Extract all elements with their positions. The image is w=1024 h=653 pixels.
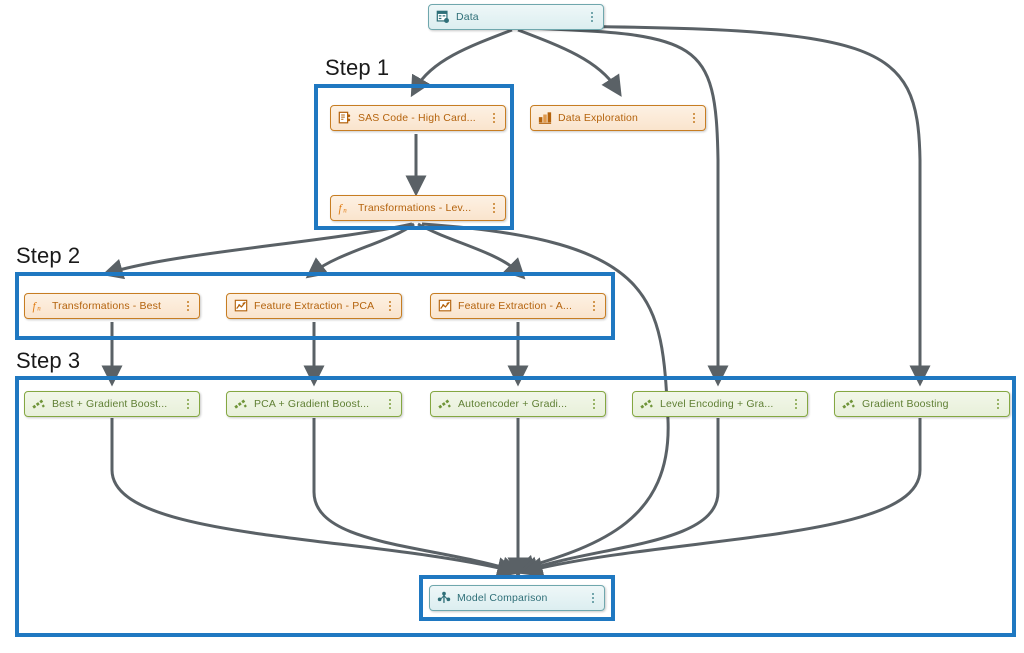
node-gradient-boosting[interactable]: Gradient Boosting xyxy=(834,391,1010,417)
node-autoencoder-gradient-boosting[interactable]: Autoencoder + Gradi... xyxy=(430,391,606,417)
edge-trans-lev-to-fe-auto xyxy=(417,222,526,280)
node-feature-extraction-autoencoder[interactable]: Feature Extraction - A... xyxy=(430,293,606,319)
node-menu-button[interactable] xyxy=(589,397,599,411)
node-menu-button[interactable] xyxy=(791,397,801,411)
node-menu-button[interactable] xyxy=(183,299,193,313)
function-fx-icon: f n xyxy=(32,299,46,313)
node-menu-button[interactable] xyxy=(588,591,598,605)
edge-data-to-data-exploration xyxy=(517,28,622,97)
node-label: Feature Extraction - A... xyxy=(458,300,573,312)
node-menu-button[interactable] xyxy=(489,201,499,215)
svg-text:n: n xyxy=(37,304,41,312)
node-feature-extraction-pca[interactable]: Feature Extraction - PCA xyxy=(226,293,402,319)
node-label: Gradient Boosting xyxy=(862,398,949,410)
node-level-encoding-gradient-boosting[interactable]: Level Encoding + Gra... xyxy=(632,391,808,417)
node-label: Transformations - Best xyxy=(52,300,162,312)
node-menu-button[interactable] xyxy=(589,299,599,313)
node-pca-gradient-boosting[interactable]: PCA + Gradient Boost... xyxy=(226,391,402,417)
node-label: Best + Gradient Boost... xyxy=(52,398,168,410)
step-3-label: Step 3 xyxy=(16,348,81,373)
feature-extraction-icon xyxy=(438,299,452,313)
model-gradient-icon xyxy=(234,397,248,411)
node-menu-button[interactable] xyxy=(183,397,193,411)
node-label: Level Encoding + Gra... xyxy=(660,398,774,410)
model-gradient-icon xyxy=(438,397,452,411)
model-gradient-icon xyxy=(32,397,46,411)
function-fx-icon: f n xyxy=(338,201,352,215)
node-label: Model Comparison xyxy=(457,592,548,604)
node-label: PCA + Gradient Boost... xyxy=(254,398,370,410)
node-best-gradient-boosting[interactable]: Best + Gradient Boost... xyxy=(24,391,200,417)
sas-code-icon xyxy=(338,111,352,125)
step-1-label: Step 1 xyxy=(325,55,390,80)
node-menu-button[interactable] xyxy=(689,111,699,125)
svg-text:n: n xyxy=(343,206,347,214)
node-data[interactable]: Data xyxy=(428,4,604,30)
pipeline-diagram-canvas: Step 1 Step 2 Step 3 Data SAS Code - Hig… xyxy=(0,0,1024,653)
node-menu-button[interactable] xyxy=(385,397,395,411)
node-menu-button[interactable] xyxy=(489,111,499,125)
edge-trans-lev-to-trans-best xyxy=(101,222,413,280)
feature-extraction-icon xyxy=(234,299,248,313)
node-menu-button[interactable] xyxy=(587,10,597,24)
node-label: Autoencoder + Gradi... xyxy=(458,398,568,410)
node-model-comparison[interactable]: Model Comparison xyxy=(429,585,605,611)
edge-trans-lev-to-fe-pca xyxy=(305,222,415,279)
model-gradient-icon xyxy=(640,397,654,411)
node-label: Data Exploration xyxy=(558,112,639,124)
model-gradient-icon xyxy=(842,397,856,411)
node-transformations-level[interactable]: f n Transformations - Lev... xyxy=(330,195,506,221)
data-exploration-icon xyxy=(538,111,552,125)
node-label: Transformations - Lev... xyxy=(358,202,472,214)
node-data-exploration[interactable]: Data Exploration xyxy=(530,105,706,131)
node-menu-button[interactable] xyxy=(385,299,395,313)
model-comparison-icon xyxy=(437,591,451,605)
table-data-icon xyxy=(436,10,450,24)
node-label: Feature Extraction - PCA xyxy=(254,300,375,312)
node-transformations-best[interactable]: f n Transformations - Best xyxy=(24,293,200,319)
node-label: Data xyxy=(456,11,479,23)
edge-data-to-sas-code xyxy=(410,28,513,98)
node-label: SAS Code - High Card... xyxy=(358,112,476,124)
node-menu-button[interactable] xyxy=(993,397,1003,411)
step-2-label: Step 2 xyxy=(16,243,81,268)
node-sas-code-high-cardinality[interactable]: SAS Code - High Card... xyxy=(330,105,506,131)
